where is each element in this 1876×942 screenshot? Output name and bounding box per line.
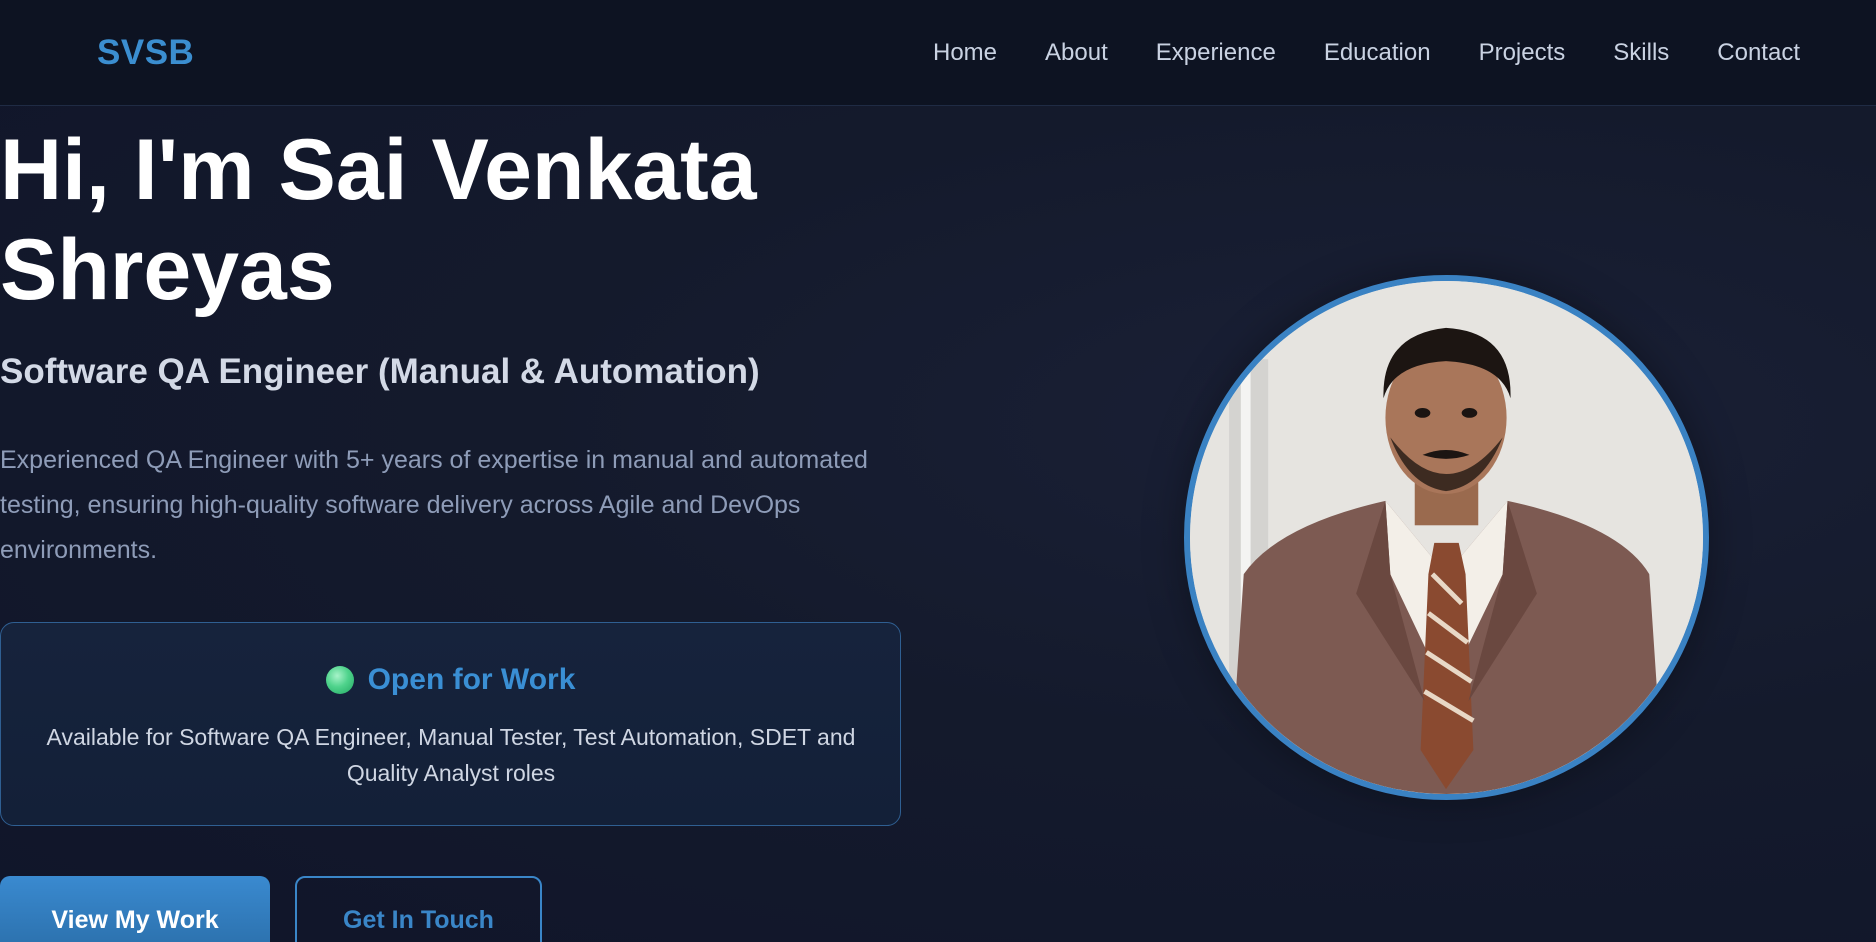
nav-link-skills[interactable]: Skills (1613, 39, 1669, 67)
nav-link-about[interactable]: About (1045, 39, 1108, 67)
nav-link-contact[interactable]: Contact (1717, 39, 1800, 67)
nav-link-education[interactable]: Education (1324, 39, 1431, 67)
profile-photo-illustration (1190, 281, 1703, 794)
site-logo[interactable]: SVSB (97, 33, 194, 73)
status-title: Open for Work (367, 663, 576, 696)
portfolio-page: SVSB Home About Experience Education Pro… (0, 0, 1876, 942)
nav-link-experience[interactable]: Experience (1156, 39, 1276, 67)
status-dot-icon (325, 666, 354, 694)
status-text: Available for Software QA Engineer, Manu… (46, 724, 856, 786)
hero-description: Experienced QA Engineer with 5+ years of… (0, 446, 868, 564)
open-for-work-card: Open for Work Available for Software QA … (0, 622, 901, 826)
hero-title: Hi, I'm Sai Venkata Shreyas (0, 120, 900, 320)
view-my-work-button[interactable]: View My Work (0, 876, 270, 942)
hero-subtitle: Software QA Engineer (Manual & Automatio… (0, 352, 760, 391)
hero-title-line2: Shreyas (0, 222, 335, 318)
profile-photo (1184, 275, 1709, 800)
hero-title-line1: Hi, I'm Sai Venkata (0, 122, 757, 218)
nav-link-home[interactable]: Home (933, 39, 997, 67)
status-header: Open for Work (1, 663, 900, 697)
nav-link-projects[interactable]: Projects (1479, 39, 1566, 67)
get-in-touch-button[interactable]: Get In Touch (295, 876, 542, 942)
navbar: SVSB Home About Experience Education Pro… (0, 0, 1876, 106)
nav-links: Home About Experience Education Projects… (933, 39, 1800, 67)
